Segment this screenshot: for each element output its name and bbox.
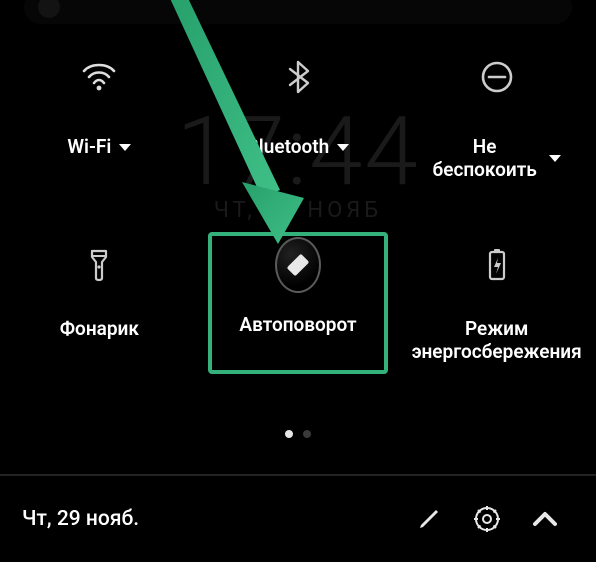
- google-search-bar[interactable]: [24, 0, 572, 24]
- qs-tile-label: Фонарик: [60, 318, 139, 341]
- settings-button[interactable]: [458, 506, 516, 532]
- chevron-down-icon[interactable]: [337, 144, 349, 151]
- page-dot: [303, 430, 311, 438]
- qs-tile-label: Не беспокоить: [432, 136, 536, 182]
- qs-tile-dnd[interactable]: Не беспокоить: [403, 40, 591, 210]
- qs-tile-wifi[interactable]: Wi-Fi: [5, 40, 193, 210]
- google-g-icon: [38, 0, 60, 18]
- chevron-up-icon: [531, 510, 559, 528]
- qs-page-indicator: [0, 430, 596, 438]
- qs-tile-label: Автоповорот: [239, 314, 356, 337]
- bluetooth-icon: [275, 54, 321, 100]
- qs-footer: Чт, 29 нояб.: [0, 476, 596, 562]
- battery-icon: [474, 242, 520, 288]
- qs-tile-battery-saver[interactable]: Режим энергосбережения: [403, 210, 591, 380]
- dnd-icon: [474, 54, 520, 100]
- autorotate-icon: [275, 237, 321, 293]
- qs-tile-flashlight[interactable]: Фонарик: [5, 210, 193, 380]
- pencil-icon: [417, 507, 441, 531]
- flashlight-icon: [76, 242, 122, 288]
- wifi-icon: [76, 54, 122, 100]
- qs-tile-autorotate[interactable]: Автоповорот: [204, 210, 392, 380]
- gear-icon: [474, 506, 500, 532]
- chevron-down-icon[interactable]: [549, 155, 561, 162]
- qs-tile-label: Режим энергосбережения: [412, 318, 582, 364]
- page-dot: [285, 430, 293, 438]
- collapse-button[interactable]: [516, 510, 574, 528]
- footer-date[interactable]: Чт, 29 нояб.: [22, 507, 400, 531]
- qs-tile-bluetooth[interactable]: Bluetooth: [204, 40, 392, 210]
- qs-tile-label: Wi-Fi: [67, 136, 111, 159]
- qs-tile-label: Bluetooth: [247, 136, 329, 159]
- chevron-down-icon[interactable]: [119, 144, 131, 151]
- edit-button[interactable]: [400, 507, 458, 531]
